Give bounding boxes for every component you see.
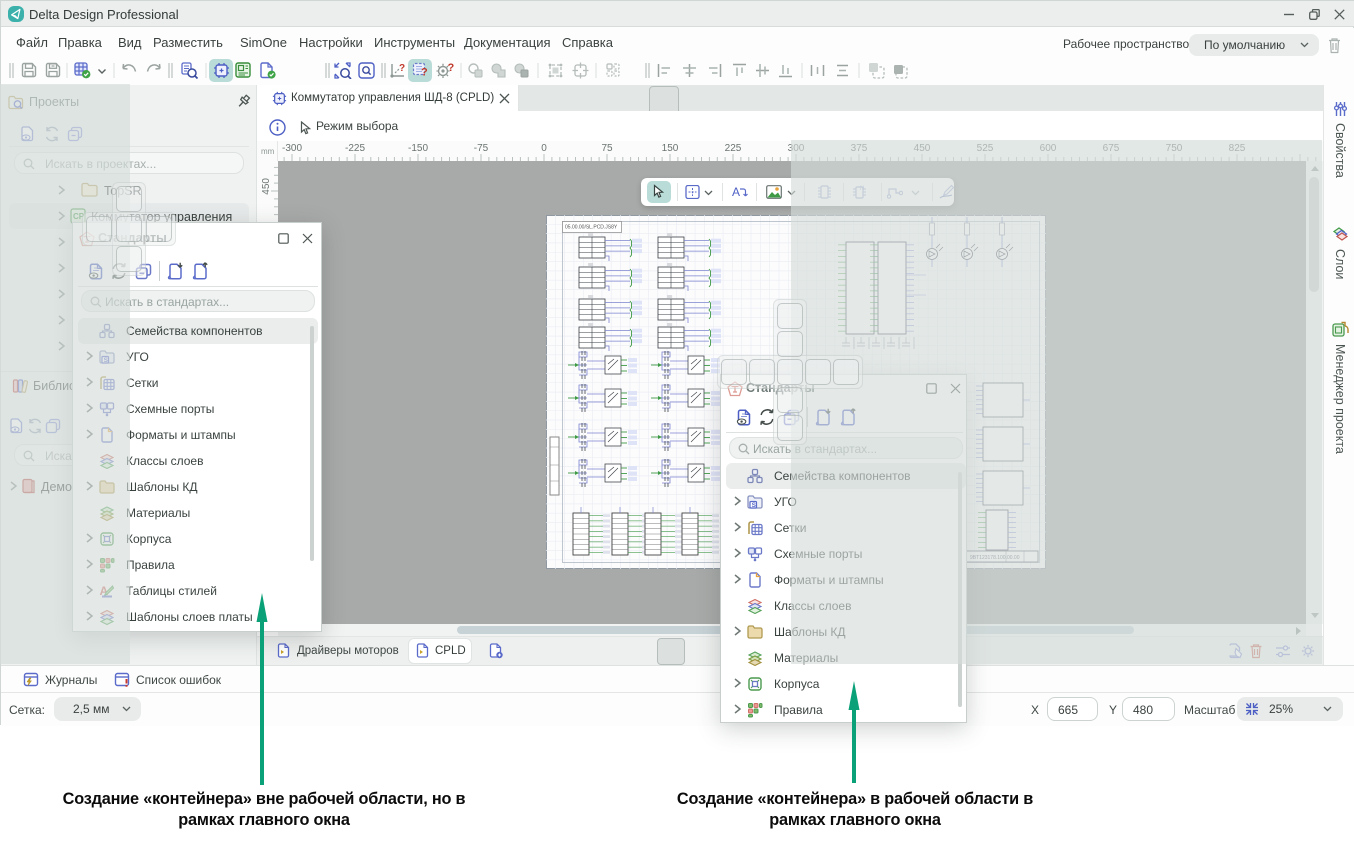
svg-text:0: 0 [541, 143, 547, 154]
svg-text:?: ? [448, 62, 455, 74]
svg-text:-300: -300 [282, 143, 302, 154]
svg-text:-150: -150 [408, 143, 428, 154]
svg-text:-225: -225 [345, 143, 365, 154]
svg-text:75: 75 [601, 143, 613, 154]
svg-text:225: 225 [725, 143, 742, 154]
svg-text:?: ? [399, 63, 405, 74]
svg-text:-75: -75 [474, 143, 489, 154]
svg-text:05.00.00/SL.PCD.JS8Y: 05.00.00/SL.PCD.JS8Y [565, 225, 618, 231]
svg-text:A: A [732, 185, 740, 199]
svg-text:150: 150 [662, 143, 679, 154]
svg-text:?: ? [421, 67, 428, 79]
